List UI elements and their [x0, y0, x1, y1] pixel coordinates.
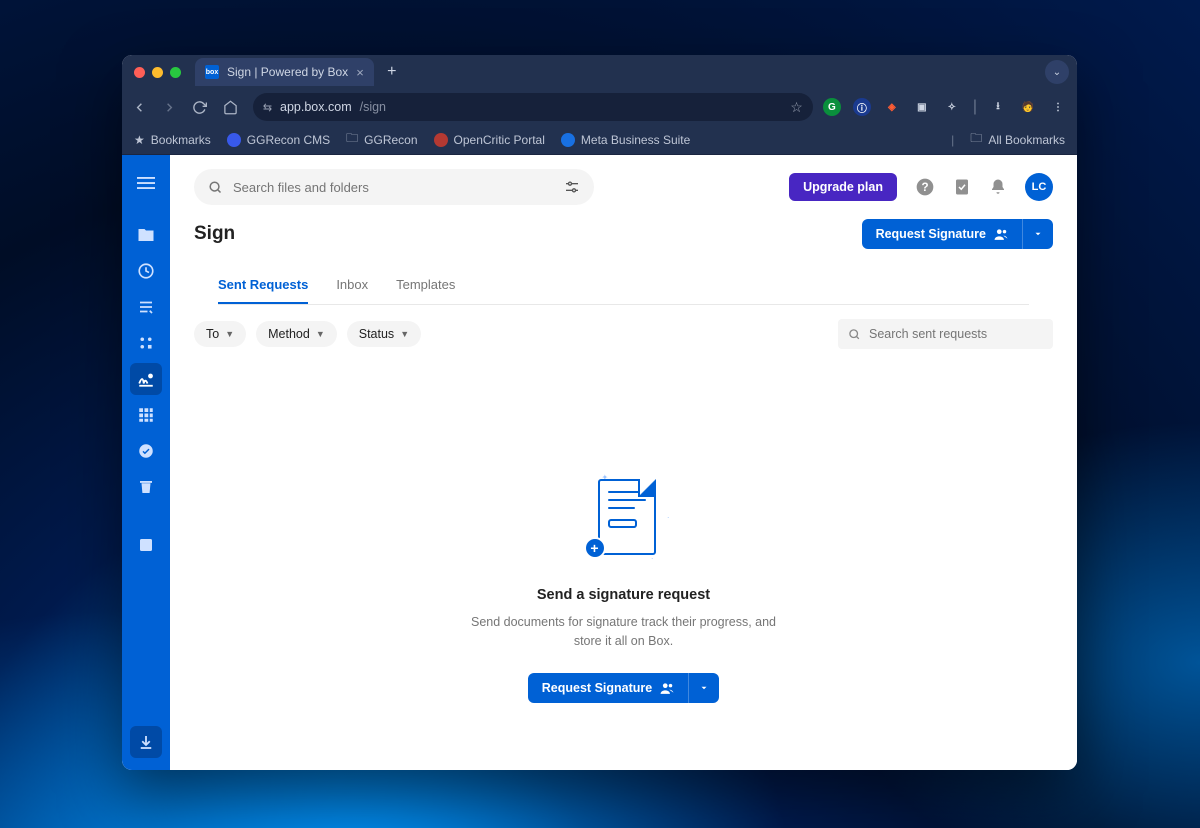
plus-icon: +: [584, 537, 606, 559]
bookmark-item[interactable]: Meta Business Suite: [561, 133, 690, 147]
global-search[interactable]: [194, 169, 594, 205]
sidebar-download-icon[interactable]: [130, 726, 162, 758]
app-shell: Upgrade plan ? LC Sign Request Signature: [122, 155, 1077, 770]
tabs-dropdown-button[interactable]: ⌄: [1045, 60, 1069, 84]
empty-body: Send documents for signature track their…: [464, 613, 784, 651]
bookmarks-bar: ★ Bookmarks GGRecon CMS 🗀 GGRecon OpenCr…: [122, 125, 1077, 155]
chevron-down-icon: [1033, 229, 1043, 239]
search-icon: [848, 328, 861, 341]
browser-window: box Sign | Powered by Box × + ⌄: [122, 55, 1077, 770]
empty-state: ✦ · · + Send a signature request Send do…: [170, 363, 1077, 770]
search-sent-input[interactable]: [869, 327, 1043, 341]
bookmark-item[interactable]: 🗀 GGRecon: [346, 129, 417, 150]
chrome-menu-icon[interactable]: ⋮: [1049, 98, 1067, 116]
url-host: app.box.com: [280, 100, 352, 114]
chevron-down-icon: ▼: [400, 329, 409, 339]
tab-templates[interactable]: Templates: [396, 277, 455, 304]
address-bar: ⇆ app.box.com/sign ☆ G ⓘ ◈ ▣ ✧ | ⭳ 🧑 ⋮: [122, 89, 1077, 125]
back-button[interactable]: [132, 100, 152, 115]
sidebar-sign-icon[interactable]: [130, 363, 162, 395]
close-tab-icon[interactable]: ×: [356, 65, 364, 80]
extension-icon[interactable]: ▣: [913, 98, 931, 116]
chevron-down-icon: [699, 683, 709, 693]
search-filters-icon[interactable]: [564, 179, 580, 195]
profile-icon[interactable]: 🧑: [1019, 98, 1037, 116]
extensions-menu-icon[interactable]: ✧: [943, 98, 961, 116]
filter-bar: To▼ Method▼ Status▼: [170, 305, 1077, 363]
maximize-window-icon[interactable]: [170, 67, 181, 78]
tab-title: Sign | Powered by Box: [227, 65, 348, 79]
search-sent-requests[interactable]: [838, 319, 1053, 349]
home-button[interactable]: [223, 100, 243, 115]
forward-button[interactable]: [162, 100, 182, 115]
tab-bar: box Sign | Powered by Box × + ⌄: [122, 55, 1077, 89]
new-tab-button[interactable]: +: [380, 60, 404, 84]
bookmarks-menu[interactable]: ★ Bookmarks: [134, 133, 211, 147]
sidebar-notes-icon[interactable]: [130, 291, 162, 323]
search-icon: [208, 180, 223, 195]
svg-text:?: ?: [921, 181, 928, 194]
user-avatar[interactable]: LC: [1025, 173, 1053, 201]
menu-toggle-icon[interactable]: [130, 167, 162, 199]
browser-tab-active[interactable]: box Sign | Powered by Box ×: [195, 58, 374, 86]
extension-icon[interactable]: ⓘ: [853, 98, 871, 116]
window-controls[interactable]: [134, 67, 181, 78]
downloads-icon[interactable]: ⭳: [989, 98, 1007, 116]
sidebar-canvas-icon[interactable]: [130, 529, 162, 561]
page-title: Sign: [194, 223, 235, 245]
url-path: /sign: [360, 100, 386, 114]
main-content: Upgrade plan ? LC Sign Request Signature: [170, 155, 1077, 770]
close-window-icon[interactable]: [134, 67, 145, 78]
tasks-icon[interactable]: [953, 178, 971, 196]
sidebar-apps-icon[interactable]: [130, 399, 162, 431]
all-bookmarks-button[interactable]: 🗀 All Bookmarks: [970, 129, 1065, 150]
empty-request-signature-button[interactable]: Request Signature: [528, 673, 688, 703]
document-illustration-icon: ✦ · · +: [584, 473, 664, 563]
page-header: Sign Request Signature: [170, 215, 1077, 249]
url-field[interactable]: ⇆ app.box.com/sign ☆: [253, 93, 813, 121]
grammarly-ext-icon[interactable]: G: [823, 98, 841, 116]
upgrade-plan-button[interactable]: Upgrade plan: [789, 173, 897, 201]
request-signature-dropdown[interactable]: [1022, 219, 1053, 249]
chevron-down-icon: ▼: [316, 329, 325, 339]
people-icon: [660, 682, 674, 694]
empty-request-signature-dropdown[interactable]: [688, 673, 719, 703]
filter-method[interactable]: Method▼: [256, 321, 337, 347]
reload-button[interactable]: [192, 100, 212, 115]
tab-sent-requests[interactable]: Sent Requests: [218, 277, 308, 304]
bookmark-star-icon[interactable]: ☆: [790, 99, 803, 116]
sidebar-check-icon[interactable]: [130, 435, 162, 467]
extension-icon[interactable]: ◈: [883, 98, 901, 116]
left-sidebar: [122, 155, 170, 770]
box-favicon-icon: box: [205, 65, 219, 79]
request-signature-button[interactable]: Request Signature: [862, 219, 1022, 249]
people-icon: [994, 228, 1008, 240]
tab-inbox[interactable]: Inbox: [336, 277, 368, 304]
site-settings-icon[interactable]: ⇆: [263, 101, 272, 114]
sidebar-files-icon[interactable]: [130, 219, 162, 251]
bookmark-item[interactable]: OpenCritic Portal: [434, 133, 545, 147]
sidebar-relay-icon[interactable]: [130, 327, 162, 359]
filter-to[interactable]: To▼: [194, 321, 246, 347]
sidebar-trash-icon[interactable]: [130, 471, 162, 503]
tabs: Sent Requests Inbox Templates: [218, 263, 1029, 305]
search-input[interactable]: [233, 180, 554, 195]
sidebar-recents-icon[interactable]: [130, 255, 162, 287]
top-bar: Upgrade plan ? LC: [170, 155, 1077, 215]
extension-icons: G ⓘ ◈ ▣ ✧ | ⭳ 🧑 ⋮: [823, 98, 1067, 116]
chevron-down-icon: ▼: [225, 329, 234, 339]
notifications-icon[interactable]: [989, 178, 1007, 196]
help-icon[interactable]: ?: [915, 177, 935, 197]
bookmark-item[interactable]: GGRecon CMS: [227, 133, 330, 147]
filter-status[interactable]: Status▼: [347, 321, 421, 347]
browser-chrome: box Sign | Powered by Box × + ⌄: [122, 55, 1077, 155]
minimize-window-icon[interactable]: [152, 67, 163, 78]
empty-heading: Send a signature request: [537, 587, 710, 603]
